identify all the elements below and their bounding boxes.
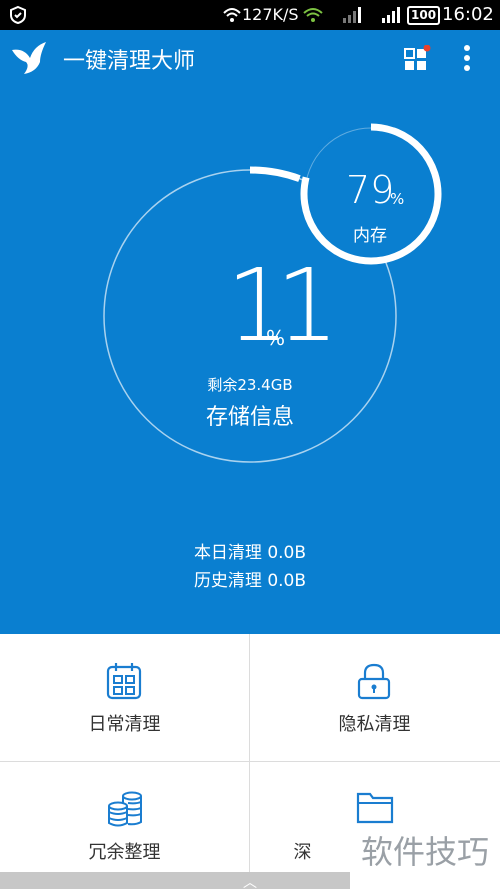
wifi-green-icon <box>303 8 323 22</box>
daily-clean-label: 日常清理 <box>88 714 161 735</box>
grid-divider-horizontal <box>0 761 500 762</box>
memory-label[interactable]: 内存 <box>353 221 387 246</box>
storage-free-text: 剩余23.4GB <box>207 376 293 394</box>
redundancy-organize-button[interactable]: 冗余整理 <box>0 762 249 889</box>
coins-icon <box>108 791 142 827</box>
chevron-up-icon[interactable]: ︿ <box>243 872 257 892</box>
history-clean-text: 历史清理 0.0B <box>193 571 307 591</box>
storage-progress-arc <box>249 166 301 182</box>
memory-percent[interactable]: 79 <box>346 170 394 210</box>
calendar-icon <box>106 663 142 700</box>
signal-icon <box>343 7 361 23</box>
today-clean-text: 本日清理 0.0B <box>193 543 307 563</box>
app-title: 一键清理大师 <box>63 49 196 74</box>
folder-icon <box>356 792 394 824</box>
privacy-clean-label: 隐私清理 <box>338 714 411 735</box>
signal-icon <box>382 7 400 23</box>
wifi-icon <box>223 8 241 22</box>
lock-icon <box>357 663 391 700</box>
bird-logo-icon <box>12 42 46 74</box>
storage-info-label[interactable]: 存储信息 <box>0 399 500 431</box>
storage-percent-unit: % <box>266 326 286 350</box>
memory-percent-unit: % <box>390 190 405 208</box>
status-panel: 11 % 剩余23.4GB 存储信息 79 % 内存 本日清理 0.0B 历史清… <box>0 86 500 634</box>
apps-grid-icon[interactable] <box>404 45 432 73</box>
daily-clean-button[interactable]: 日常清理 <box>0 634 249 761</box>
bottom-pull-bar[interactable]: ︿ <box>0 872 350 892</box>
app-header: 一键清理大师 <box>0 30 500 86</box>
battery-indicator: 100 <box>407 6 441 25</box>
more-menu-icon[interactable] <box>462 44 472 72</box>
status-bar: 127K/S 100 16:02 <box>0 0 500 30</box>
watermark: 软件技巧 <box>350 832 500 872</box>
clock: 16:02 <box>442 4 494 25</box>
privacy-clean-button[interactable]: 隐私清理 <box>250 634 499 761</box>
shield-icon <box>10 5 26 25</box>
